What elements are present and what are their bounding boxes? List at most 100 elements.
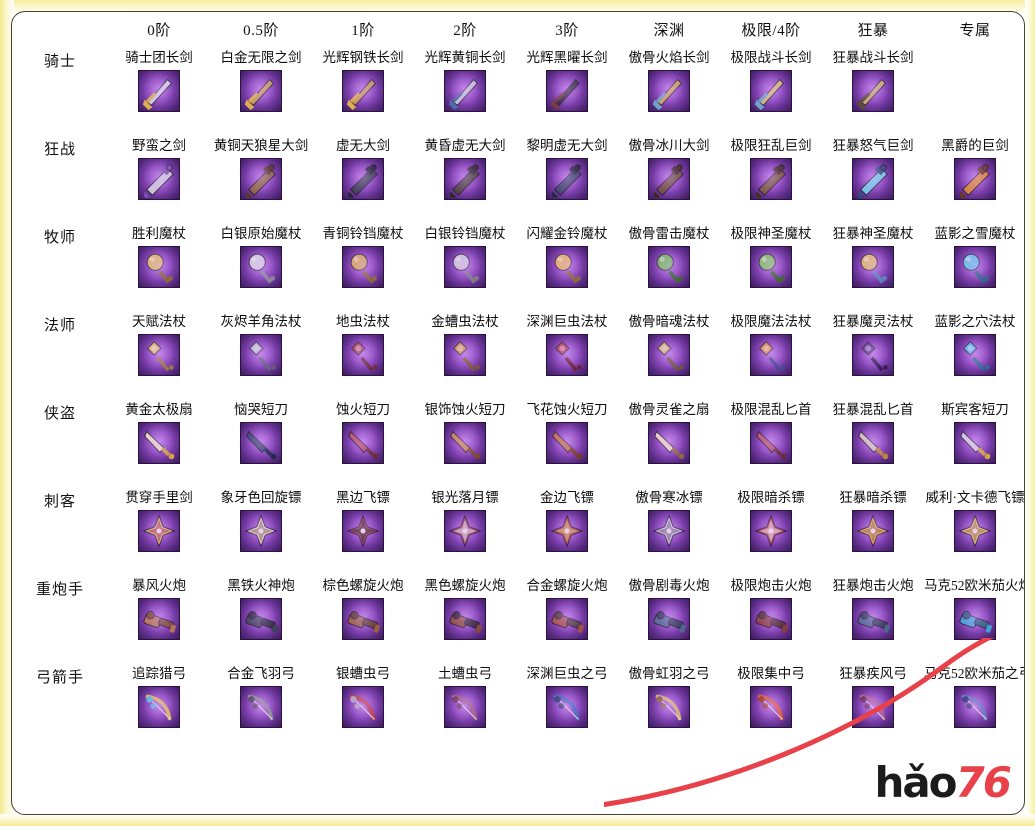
weapon-cell[interactable]: 金边飞镖 bbox=[516, 490, 618, 578]
weapon-cell[interactable] bbox=[924, 50, 1024, 138]
weapon-cell[interactable]: 白银原始魔杖 bbox=[210, 226, 312, 314]
weapon-cell[interactable]: 黄昏虚无大剑 bbox=[414, 138, 516, 226]
weapon-cell[interactable]: 深渊巨虫法杖 bbox=[516, 314, 618, 402]
tier-header-7[interactable]: 极限/4阶 bbox=[720, 12, 822, 50]
weapon-icon[interactable] bbox=[240, 158, 282, 200]
weapon-cell[interactable]: 银螬虫弓 bbox=[312, 666, 414, 754]
weapon-cell[interactable]: 贯穿手里剑 bbox=[108, 490, 210, 578]
weapon-cell[interactable]: 黎明虚无大剑 bbox=[516, 138, 618, 226]
weapon-icon[interactable] bbox=[852, 158, 894, 200]
weapon-icon[interactable] bbox=[138, 510, 180, 552]
weapon-icon[interactable] bbox=[240, 334, 282, 376]
weapon-icon[interactable] bbox=[648, 510, 690, 552]
weapon-cell[interactable]: 傲骨灵雀之扇 bbox=[618, 402, 720, 490]
weapon-icon[interactable] bbox=[240, 510, 282, 552]
weapon-icon[interactable] bbox=[546, 158, 588, 200]
weapon-icon[interactable] bbox=[342, 686, 384, 728]
weapon-icon[interactable] bbox=[342, 158, 384, 200]
weapon-icon[interactable] bbox=[852, 246, 894, 288]
weapon-cell[interactable]: 黑爵的巨剑 bbox=[924, 138, 1024, 226]
weapon-cell[interactable]: 极限暗杀镖 bbox=[720, 490, 822, 578]
weapon-cell[interactable]: 飞花蚀火短刀 bbox=[516, 402, 618, 490]
weapon-icon[interactable] bbox=[138, 246, 180, 288]
weapon-cell[interactable]: 傲骨雷击魔杖 bbox=[618, 226, 720, 314]
weapon-icon[interactable] bbox=[342, 510, 384, 552]
tier-header-5[interactable]: 3阶 bbox=[516, 12, 618, 50]
weapon-cell[interactable]: 狂暴神圣魔杖 bbox=[822, 226, 924, 314]
weapon-icon[interactable] bbox=[954, 158, 996, 200]
weapon-cell[interactable]: 马克52欧米茄火炮 bbox=[924, 578, 1024, 666]
weapon-icon[interactable] bbox=[852, 334, 894, 376]
weapon-cell[interactable]: 黑铁火神炮 bbox=[210, 578, 312, 666]
weapon-cell[interactable]: 土螬虫弓 bbox=[414, 666, 516, 754]
weapon-cell[interactable]: 狂暴魔灵法杖 bbox=[822, 314, 924, 402]
weapon-icon[interactable] bbox=[750, 510, 792, 552]
weapon-icon[interactable] bbox=[444, 510, 486, 552]
weapon-icon[interactable] bbox=[546, 686, 588, 728]
weapon-icon[interactable] bbox=[546, 422, 588, 464]
weapon-icon[interactable] bbox=[342, 334, 384, 376]
weapon-icon[interactable] bbox=[750, 598, 792, 640]
weapon-icon[interactable] bbox=[342, 246, 384, 288]
tier-header-1[interactable]: 0阶 bbox=[108, 12, 210, 50]
weapon-icon[interactable] bbox=[648, 246, 690, 288]
weapon-cell[interactable]: 黑边飞镖 bbox=[312, 490, 414, 578]
weapon-cell[interactable]: 深渊巨虫之弓 bbox=[516, 666, 618, 754]
weapon-cell[interactable]: 蓝影之雪魔杖 bbox=[924, 226, 1024, 314]
weapon-icon[interactable] bbox=[954, 246, 996, 288]
weapon-cell[interactable]: 骑士团长剑 bbox=[108, 50, 210, 138]
weapon-icon[interactable] bbox=[954, 334, 996, 376]
weapon-icon[interactable] bbox=[240, 598, 282, 640]
weapon-icon[interactable] bbox=[138, 422, 180, 464]
weapon-cell[interactable]: 银饰蚀火短刀 bbox=[414, 402, 516, 490]
weapon-icon[interactable] bbox=[444, 246, 486, 288]
weapon-cell[interactable]: 狂暴暗杀镖 bbox=[822, 490, 924, 578]
weapon-icon[interactable] bbox=[750, 70, 792, 112]
weapon-icon[interactable] bbox=[750, 686, 792, 728]
weapon-icon[interactable] bbox=[138, 686, 180, 728]
weapon-cell[interactable]: 白银铃铛魔杖 bbox=[414, 226, 516, 314]
weapon-cell[interactable]: 闪耀金铃魔杖 bbox=[516, 226, 618, 314]
weapon-cell[interactable]: 极限神圣魔杖 bbox=[720, 226, 822, 314]
weapon-icon[interactable] bbox=[648, 70, 690, 112]
tier-header-3[interactable]: 1阶 bbox=[312, 12, 414, 50]
weapon-icon[interactable] bbox=[342, 422, 384, 464]
weapon-cell[interactable]: 傲骨剧毒火炮 bbox=[618, 578, 720, 666]
weapon-icon[interactable] bbox=[138, 598, 180, 640]
weapon-icon[interactable] bbox=[954, 598, 996, 640]
weapon-cell[interactable]: 追踪猎弓 bbox=[108, 666, 210, 754]
tier-header-6[interactable]: 深渊 bbox=[618, 12, 720, 50]
weapon-icon[interactable] bbox=[444, 70, 486, 112]
weapon-icon[interactable] bbox=[444, 686, 486, 728]
weapon-icon[interactable] bbox=[852, 510, 894, 552]
weapon-icon[interactable] bbox=[138, 334, 180, 376]
weapon-icon[interactable] bbox=[852, 598, 894, 640]
weapon-cell[interactable]: 银光落月镖 bbox=[414, 490, 516, 578]
weapon-cell[interactable]: 暴风火炮 bbox=[108, 578, 210, 666]
weapon-cell[interactable]: 虚无大剑 bbox=[312, 138, 414, 226]
weapon-cell[interactable]: 斯宾客短刀 bbox=[924, 402, 1024, 490]
weapon-cell[interactable]: 狂暴混乱匕首 bbox=[822, 402, 924, 490]
weapon-icon[interactable] bbox=[444, 598, 486, 640]
weapon-cell[interactable]: 棕色螺旋火炮 bbox=[312, 578, 414, 666]
weapon-icon[interactable] bbox=[342, 70, 384, 112]
weapon-icon[interactable] bbox=[750, 158, 792, 200]
weapon-icon[interactable] bbox=[444, 158, 486, 200]
weapon-cell[interactable]: 傲骨暗魂法杖 bbox=[618, 314, 720, 402]
weapon-icon[interactable] bbox=[648, 686, 690, 728]
weapon-icon[interactable] bbox=[852, 686, 894, 728]
weapon-cell[interactable]: 马克52欧米茄之弓 bbox=[924, 666, 1024, 754]
weapon-cell[interactable]: 野蛮之剑 bbox=[108, 138, 210, 226]
weapon-cell[interactable]: 极限集中弓 bbox=[720, 666, 822, 754]
weapon-cell[interactable]: 合金螺旋火炮 bbox=[516, 578, 618, 666]
weapon-cell[interactable]: 蓝影之穴法杖 bbox=[924, 314, 1024, 402]
tier-header-4[interactable]: 2阶 bbox=[414, 12, 516, 50]
weapon-icon[interactable] bbox=[750, 246, 792, 288]
weapon-icon[interactable] bbox=[852, 70, 894, 112]
weapon-cell[interactable]: 黄铜天狼星大剑 bbox=[210, 138, 312, 226]
weapon-icon[interactable] bbox=[954, 686, 996, 728]
weapon-cell[interactable]: 狂暴疾风弓 bbox=[822, 666, 924, 754]
weapon-cell[interactable]: 狂暴炮击火炮 bbox=[822, 578, 924, 666]
weapon-cell[interactable]: 金螬虫法杖 bbox=[414, 314, 516, 402]
weapon-icon[interactable] bbox=[750, 334, 792, 376]
